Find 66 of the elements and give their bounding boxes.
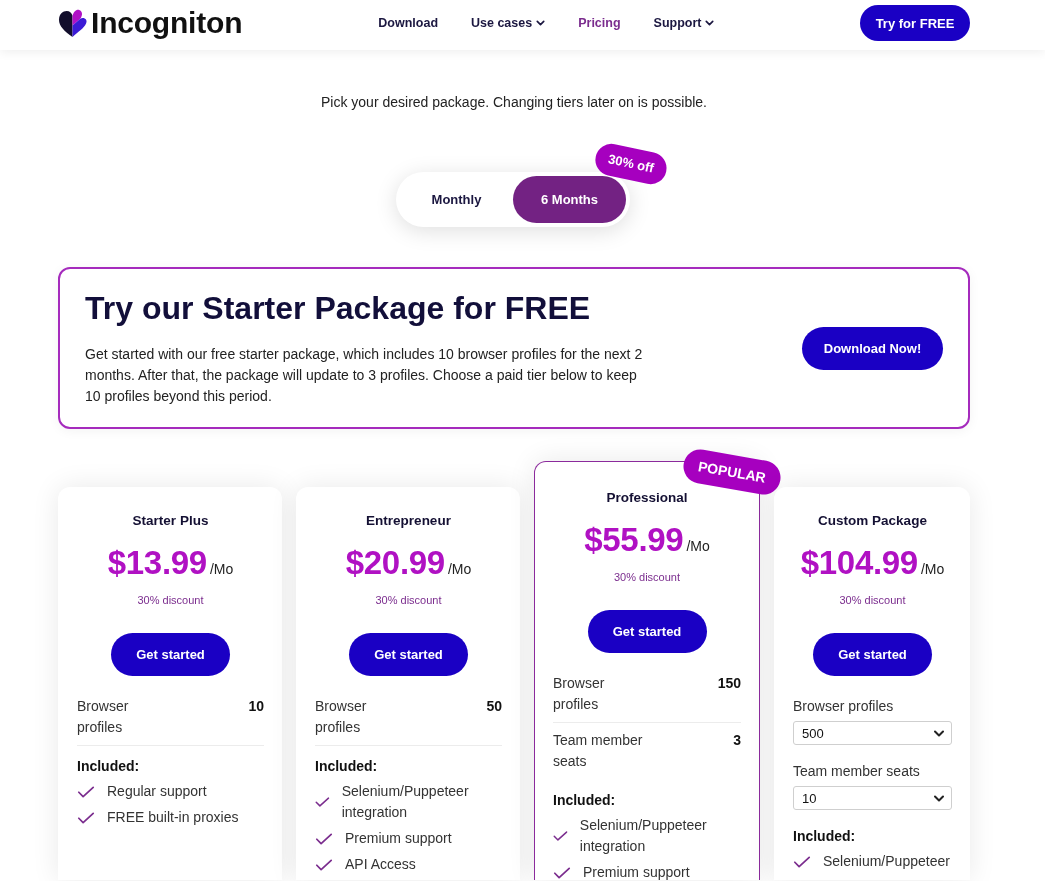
billing-tab[interactable]: 6 Months bbox=[513, 176, 626, 223]
spec-value: 150 bbox=[717, 674, 741, 693]
spec-value: 3 bbox=[733, 731, 741, 750]
spec-label: Browser profiles bbox=[315, 697, 368, 737]
plan-price: $13.99 bbox=[107, 546, 207, 580]
spec-label: Browser profiles bbox=[793, 697, 895, 716]
included-heading: Included: bbox=[315, 757, 379, 776]
plan-price: $104.99 bbox=[800, 546, 918, 580]
discount-note: 30% discount bbox=[613, 570, 680, 585]
get-started-button[interactable]: Get started bbox=[349, 633, 468, 676]
plan-name: Starter Plus bbox=[132, 512, 209, 530]
spec-value: 10 bbox=[248, 697, 264, 716]
spec-label: Browser profiles bbox=[553, 674, 606, 714]
discount-note: 30% discount bbox=[137, 593, 204, 608]
feature-text: Selenium/Puppeteer integration bbox=[579, 816, 708, 856]
feature-text: Selenium/Puppeteer bbox=[823, 852, 950, 871]
discount-note: 30% discount bbox=[839, 593, 906, 608]
check-icon bbox=[77, 811, 95, 824]
feature-text: Selenium/Puppeteer integration bbox=[341, 782, 470, 822]
plan-price: $55.99 bbox=[584, 523, 684, 557]
get-started-button[interactable]: Get started bbox=[813, 633, 932, 676]
subtitle: Pick your desired package. Changing tiers later on is possible. bbox=[321, 93, 707, 112]
check-icon bbox=[793, 855, 811, 868]
spec-label: Team member seats bbox=[553, 731, 644, 771]
check-icon bbox=[553, 830, 568, 842]
price-period: /Mo bbox=[686, 538, 710, 554]
spec-value: 50 bbox=[486, 697, 502, 716]
feature-text: Premium support bbox=[583, 863, 690, 881]
brand-name[interactable]: Incogniton bbox=[91, 6, 243, 40]
nav-link[interactable]: Use cases bbox=[471, 16, 546, 30]
banner-text: Get started with our free starter package, which includes 10 browser profiles for the next 2 months. After that, the package will update to 3 profiles. Choose a paid tier below to keep 10 profiles beyond this period. bbox=[85, 345, 644, 406]
price-period: /Mo bbox=[920, 561, 945, 577]
logo-icon bbox=[58, 8, 88, 38]
plan-name: Custom Package bbox=[818, 512, 927, 530]
get-started-button[interactable]: Get started bbox=[587, 610, 707, 653]
plan-name: Entrepreneur bbox=[366, 512, 451, 530]
check-icon bbox=[315, 796, 330, 808]
nav-link[interactable]: Support bbox=[653, 16, 715, 30]
check-icon bbox=[315, 858, 333, 871]
feature-text: Regular support bbox=[107, 782, 207, 801]
check-icon bbox=[553, 866, 571, 879]
spec-label: Browser profiles bbox=[77, 697, 130, 737]
check-icon bbox=[77, 785, 95, 798]
banner-title: Try our Starter Package for FREE bbox=[85, 289, 592, 327]
included-heading: Included: bbox=[77, 757, 141, 776]
plan-price: $20.99 bbox=[345, 546, 445, 580]
price-period: /Mo bbox=[447, 561, 472, 577]
feature-text: FREE built-in proxies bbox=[107, 808, 239, 827]
nav-link[interactable]: Pricing bbox=[578, 16, 621, 30]
billing-tab[interactable]: Monthly bbox=[400, 176, 513, 223]
check-icon bbox=[315, 832, 333, 845]
try-free-button[interactable]: Try for FREE bbox=[860, 5, 970, 41]
chevron-down-icon bbox=[934, 729, 944, 737]
discount-note: 30% discount bbox=[375, 593, 442, 608]
get-started-button[interactable]: Get started bbox=[111, 633, 230, 676]
included-heading: Included: bbox=[793, 827, 857, 846]
select-field[interactable]: 10 bbox=[793, 786, 952, 810]
select-field[interactable]: 500 bbox=[793, 721, 952, 745]
feature-text: Premium support bbox=[345, 829, 452, 848]
price-period: /Mo bbox=[209, 561, 234, 577]
download-button[interactable]: Download Now! bbox=[802, 326, 943, 370]
spec-label: Team member seats bbox=[793, 762, 921, 781]
included-heading: Included: bbox=[553, 791, 617, 810]
chevron-down-icon bbox=[934, 794, 944, 802]
nav-link[interactable]: Download bbox=[378, 16, 438, 30]
feature-text: API Access bbox=[345, 855, 416, 874]
